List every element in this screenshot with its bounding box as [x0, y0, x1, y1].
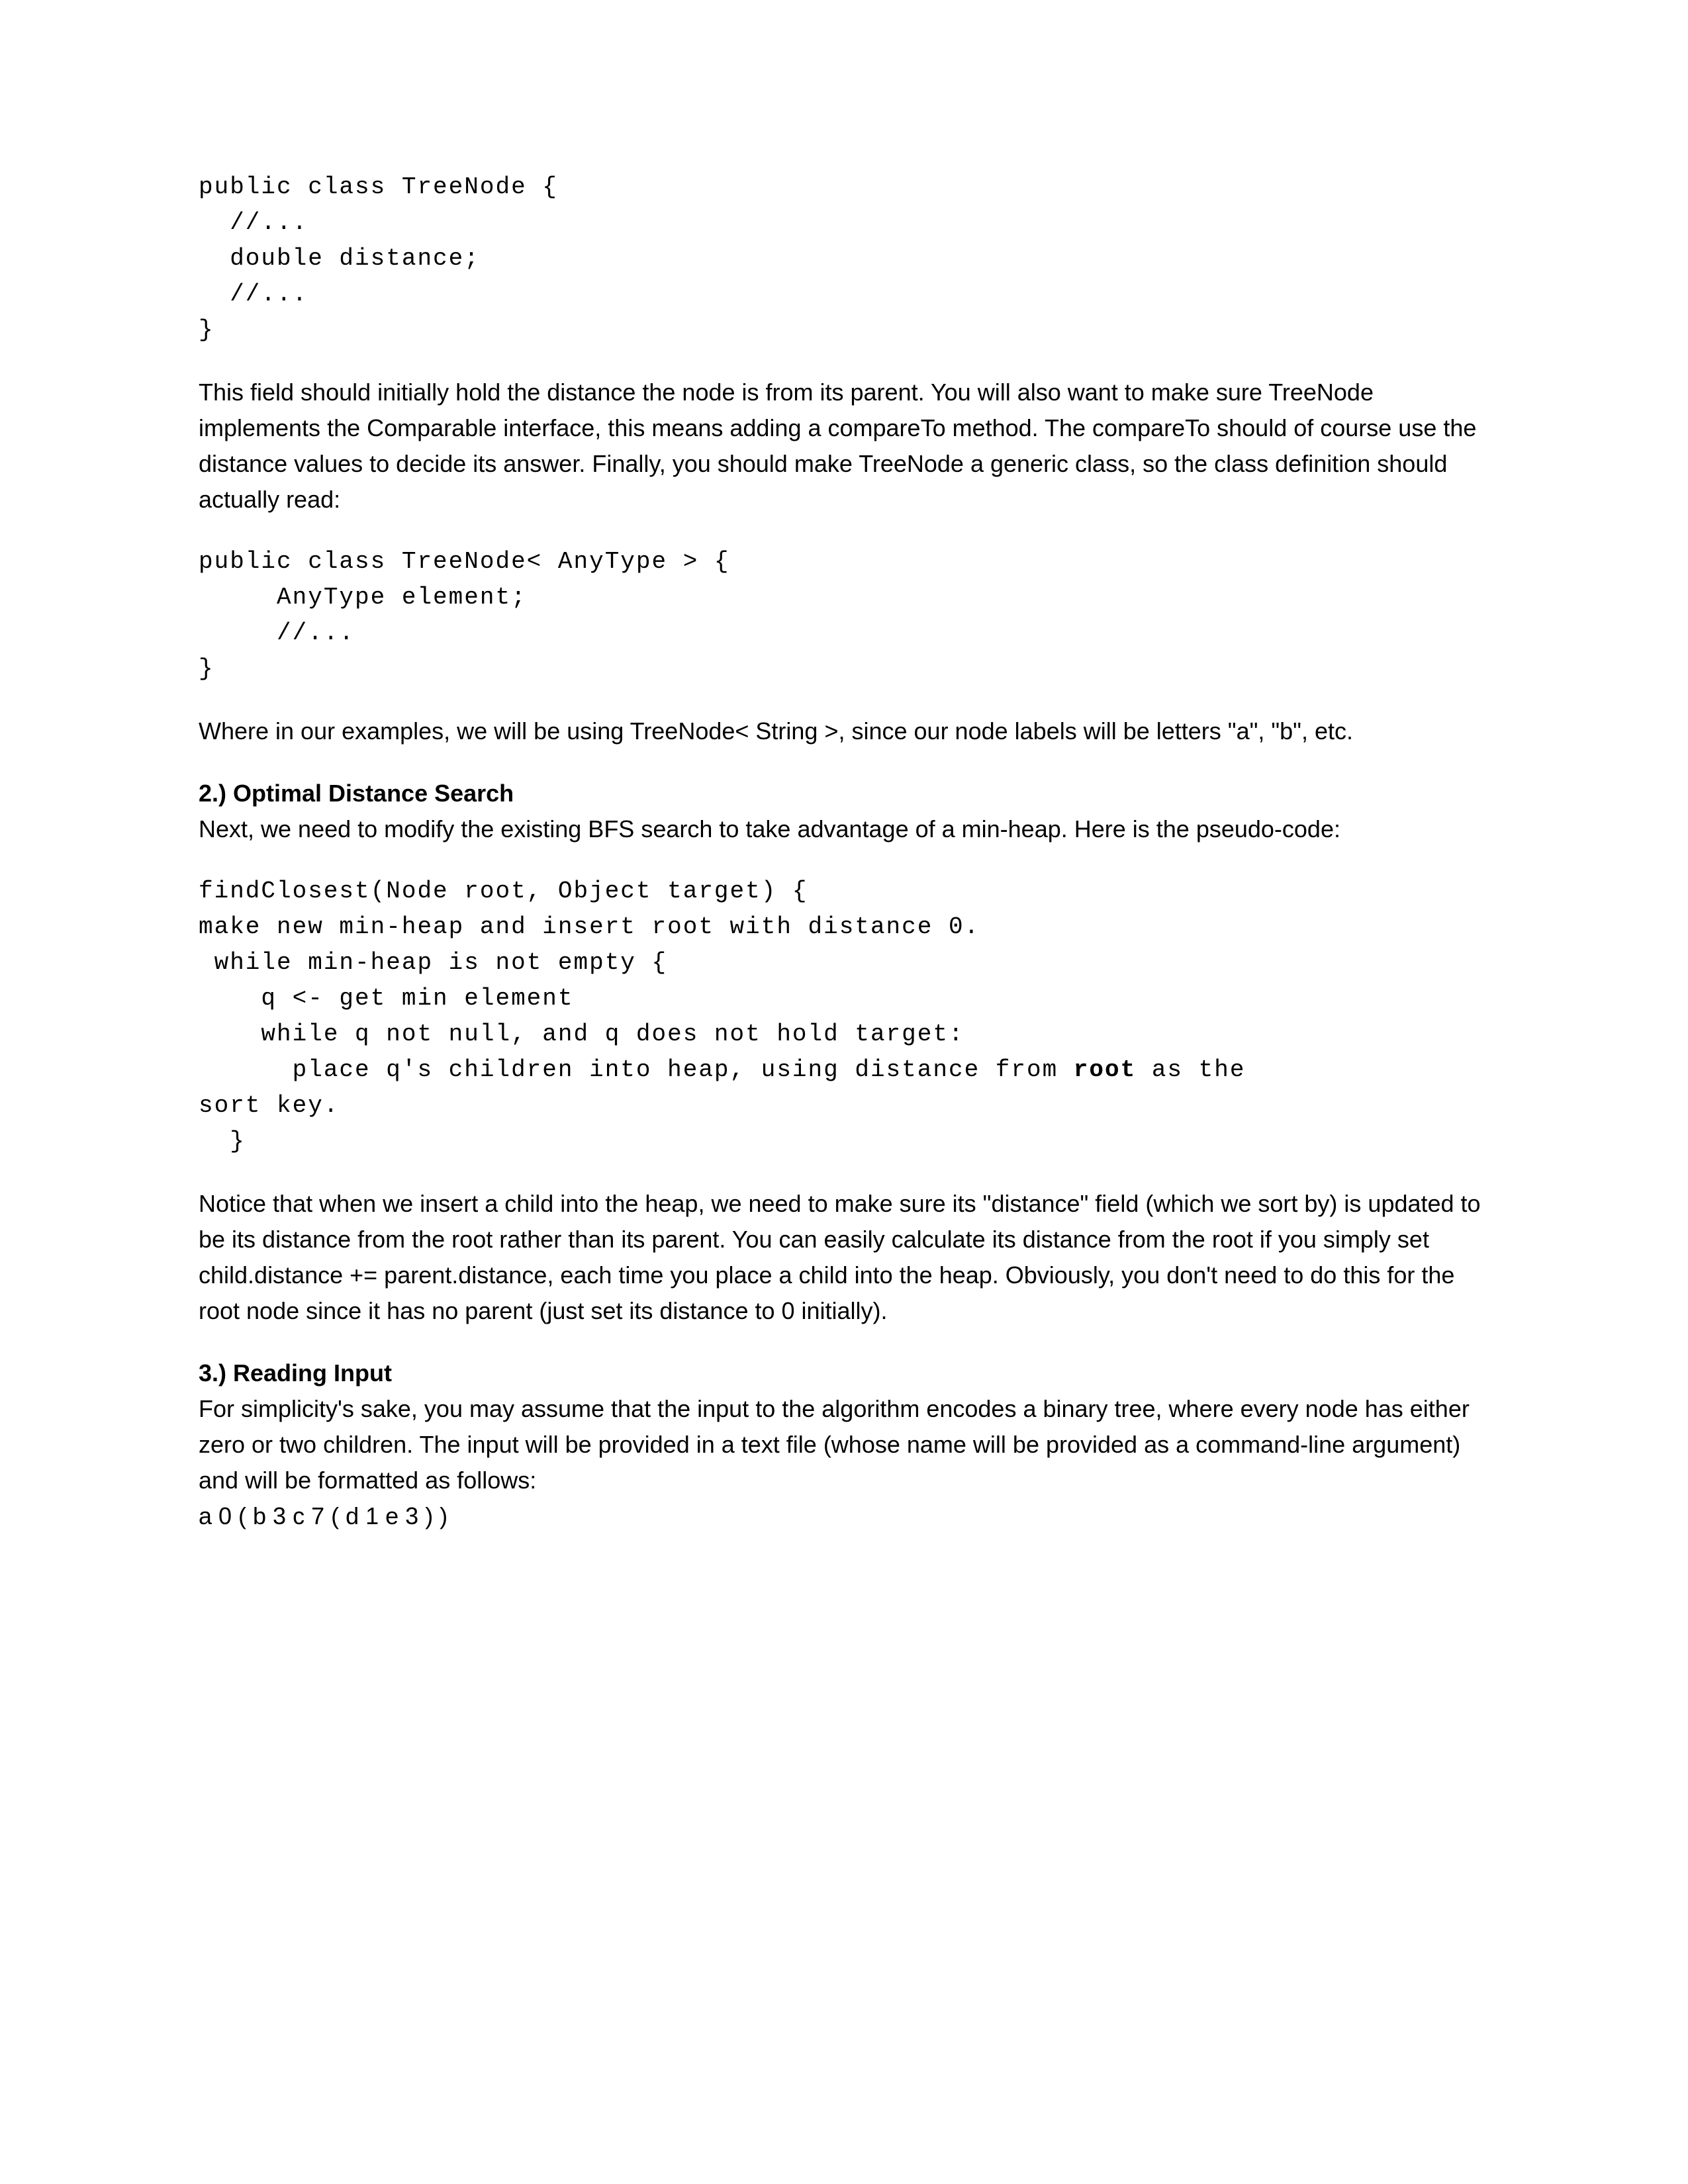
paragraph-3: Next, we need to modify the existing BFS…	[199, 811, 1489, 847]
paragraph-4: Notice that when we insert a child into …	[199, 1186, 1489, 1329]
code-block-3: findClosest(Node root, Object target) { …	[199, 874, 1489, 1160]
code-block-2: public class TreeNode< AnyType > { AnyTy…	[199, 544, 1489, 687]
code-3a: findClosest(Node root, Object target) { …	[199, 878, 1074, 1083]
code-3-bold: root	[1074, 1056, 1136, 1083]
heading-reading-input: 3.) Reading Input	[199, 1355, 1489, 1391]
paragraph-6: a 0 ( b 3 c 7 ( d 1 e 3 ) )	[199, 1498, 1489, 1534]
paragraph-1: This field should initially hold the dis…	[199, 375, 1489, 518]
paragraph-5: For simplicity's sake, you may assume th…	[199, 1391, 1489, 1498]
heading-optimal-distance: 2.) Optimal Distance Search	[199, 776, 1489, 811]
paragraph-2: Where in our examples, we will be using …	[199, 713, 1489, 749]
code-block-1: public class TreeNode { //... double dis…	[199, 169, 1489, 348]
